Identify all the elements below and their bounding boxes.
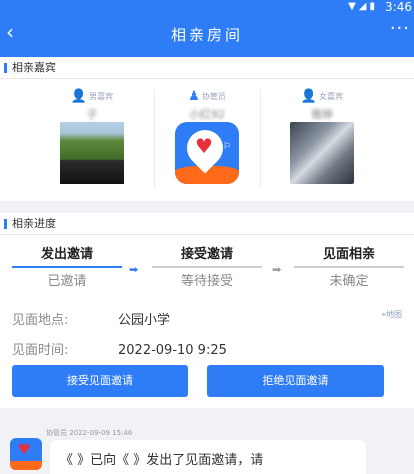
arrow-right-icon: ➡ [129,263,139,276]
signpost-icon: ⚐ [222,142,231,152]
guest-female[interactable]: 👤 女嘉宾 雅婷 [270,79,374,194]
time-label: 见面时间: [12,343,69,358]
meeting-info: 见面地点: 公园小学 ⌖地图 见面时间: 2022-09-10 9:25 [0,295,414,365]
step-status: 等待接受 [180,274,233,289]
map-label: 地图 [386,310,402,319]
page-title: 相亲房间 [170,26,243,44]
guest-role-male: 👤 男嘉宾 [40,89,144,104]
chat-message: 协管员 2022-09-09 15:46 ♥ 《 》已向《 》发出了见面邀请，请 [0,418,414,474]
guest-name: 雅婷 [311,108,333,121]
step-status: 已邀请 [47,274,87,289]
coordinator-icon: ♟ [188,89,200,104]
step-title: 接受邀请 [180,247,233,262]
accept-invite-button[interactable]: 接受见面邀请 [12,365,188,397]
person-icon: 👤 [300,89,318,104]
step-invite-sent: 发出邀请 已邀请 [12,235,122,289]
map-link[interactable]: ⌖地图 [381,309,402,320]
guest-role-label: 女嘉宾 [319,92,344,101]
status-icons: ▼◢▮ [348,1,378,12]
step-invite-accepted: 接受邀请 等待接受 [152,235,262,289]
guest-photo [290,122,354,184]
header: ▼◢▮ 3:46 ‹ 相亲房间 ··· [0,0,414,57]
progress-card: 相亲进度 发出邀请 已邀请 ➡ 接受邀请 等待接受 ➡ 见面相亲 未确定 见面地… [0,213,414,408]
guest-photo [60,122,124,184]
message-meta: 协管员 2022-09-09 15:46 [46,428,132,438]
meeting-location-row: 见面地点: 公园小学 [12,309,170,328]
guest-role-coordinator: ♟ 协管员 [155,89,259,104]
more-dots-icon[interactable]: ··· [390,18,410,39]
person-icon: 👤 [70,89,88,104]
message-bubble: 《 》已向《 》发出了见面邀请，请 [50,440,366,474]
divider [260,89,261,189]
guest-role-label: 协管员 [201,92,226,101]
guest-coordinator[interactable]: ♟ 协管员 小红92 ♥ ⚐ [155,79,259,194]
location-label: 见面地点: [12,313,69,328]
sender-name: 协管员 [46,429,67,437]
heart-icon: ♥ [195,134,213,158]
meeting-time-row: 见面时间: 2022-09-10 9:25 [12,339,227,358]
step-underline [152,266,262,268]
heart-icon: ♥ [18,442,31,458]
guest-role-label: 男嘉宾 [89,92,114,101]
guests-list: 👤 男嘉宾 子 ♟ 协管员 小红92 ♥ ⚐ 👤 女嘉宾 雅婷 [0,79,414,194]
step-meeting: 见面相亲 未确定 [294,235,404,289]
location-value: 公园小学 [118,313,171,328]
action-buttons: 接受见面邀请 拒绝见面邀请 [0,365,414,407]
guests-section-title: 相亲嘉宾 [0,57,414,79]
guest-male[interactable]: 👤 男嘉宾 子 [40,79,144,194]
step-underline [12,266,122,268]
arrow-right-icon: ➡ [272,263,282,276]
time-value: 2022-09-10 9:25 [118,343,227,358]
status-time: 3:46 [385,0,412,14]
step-underline [294,266,404,268]
guest-name: 小红92 [189,108,225,121]
step-title: 见面相亲 [322,247,375,262]
step-status: 未确定 [329,274,369,289]
progress-steps: 发出邀请 已邀请 ➡ 接受邀请 等待接受 ➡ 见面相亲 未确定 [0,235,414,295]
logo-base [10,461,42,470]
avatar[interactable]: ♥ [10,438,42,470]
guests-card: 相亲嘉宾 👤 男嘉宾 子 ♟ 协管员 小红92 ♥ ⚐ 👤 女嘉宾 雅婷 [0,57,414,201]
message-timestamp: 2022-09-09 15:46 [69,429,133,437]
app-logo-icon: ♥ ⚐ [175,122,239,184]
progress-section-title: 相亲进度 [0,213,414,235]
step-title: 发出邀请 [40,247,93,262]
reject-invite-button[interactable]: 拒绝见面邀请 [207,365,384,397]
guest-role-female: 👤 女嘉宾 [270,89,374,104]
guest-name: 子 [86,108,98,121]
